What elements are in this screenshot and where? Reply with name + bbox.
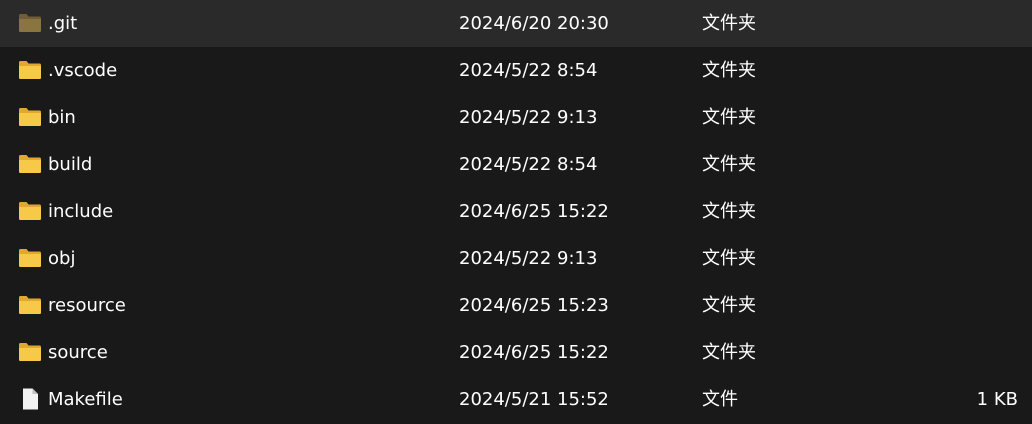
file-list: .git 2024/6/20 20:30 文件夹 .vscode 2024/5/… [0, 0, 1032, 424]
list-item[interactable]: .vscode 2024/5/22 8:54 文件夹 [0, 47, 1032, 94]
list-item[interactable]: source 2024/6/25 15:22 文件夹 [0, 329, 1032, 376]
folder-icon [18, 247, 42, 269]
list-item[interactable]: include 2024/6/25 15:22 文件夹 [0, 188, 1032, 235]
folder-icon [18, 12, 42, 34]
modified-date: 2024/5/22 8:54 [459, 60, 598, 81]
list-item[interactable]: Makefile 2024/5/21 15:52 文件 1 KB [0, 376, 1032, 423]
file-type: 文件夹 [702, 60, 756, 81]
modified-date: 2024/5/22 8:54 [459, 154, 598, 175]
modified-date: 2024/6/20 20:30 [459, 13, 609, 34]
file-type: 文件夹 [702, 154, 756, 175]
file-type: 文件夹 [702, 201, 756, 222]
list-item[interactable]: obj 2024/5/22 9:13 文件夹 [0, 235, 1032, 282]
file-type: 文件夹 [702, 342, 756, 363]
folder-icon [18, 200, 42, 222]
file-name: bin [48, 107, 76, 128]
list-item[interactable]: bin 2024/5/22 9:13 文件夹 [0, 94, 1032, 141]
modified-date: 2024/6/25 15:22 [459, 342, 609, 363]
folder-icon [18, 153, 42, 175]
file-name: Makefile [48, 389, 123, 410]
file-icon [18, 388, 42, 410]
file-type: 文件夹 [702, 13, 756, 34]
file-name: build [48, 154, 93, 175]
modified-date: 2024/6/25 15:22 [459, 201, 609, 222]
file-name: include [48, 201, 114, 222]
file-type: 文件夹 [702, 107, 756, 128]
folder-icon [18, 59, 42, 81]
modified-date: 2024/5/21 15:52 [459, 389, 609, 410]
folder-icon [18, 294, 42, 316]
modified-date: 2024/6/25 15:23 [459, 295, 609, 316]
list-item[interactable]: resource 2024/6/25 15:23 文件夹 [0, 282, 1032, 329]
file-type: 文件夹 [702, 248, 756, 269]
modified-date: 2024/5/22 9:13 [459, 107, 598, 128]
file-type: 文件夹 [702, 295, 756, 316]
file-type: 文件 [702, 389, 738, 410]
list-item[interactable]: build 2024/5/22 8:54 文件夹 [0, 141, 1032, 188]
file-name: resource [48, 295, 126, 316]
list-item[interactable]: .git 2024/6/20 20:30 文件夹 [0, 0, 1032, 47]
file-size: 1 KB [976, 389, 1018, 410]
file-name: obj [48, 248, 76, 269]
folder-icon [18, 341, 42, 363]
file-name: .git [48, 13, 78, 34]
modified-date: 2024/5/22 9:13 [459, 248, 598, 269]
file-name: .vscode [48, 60, 118, 81]
file-name: source [48, 342, 108, 363]
folder-icon [18, 106, 42, 128]
